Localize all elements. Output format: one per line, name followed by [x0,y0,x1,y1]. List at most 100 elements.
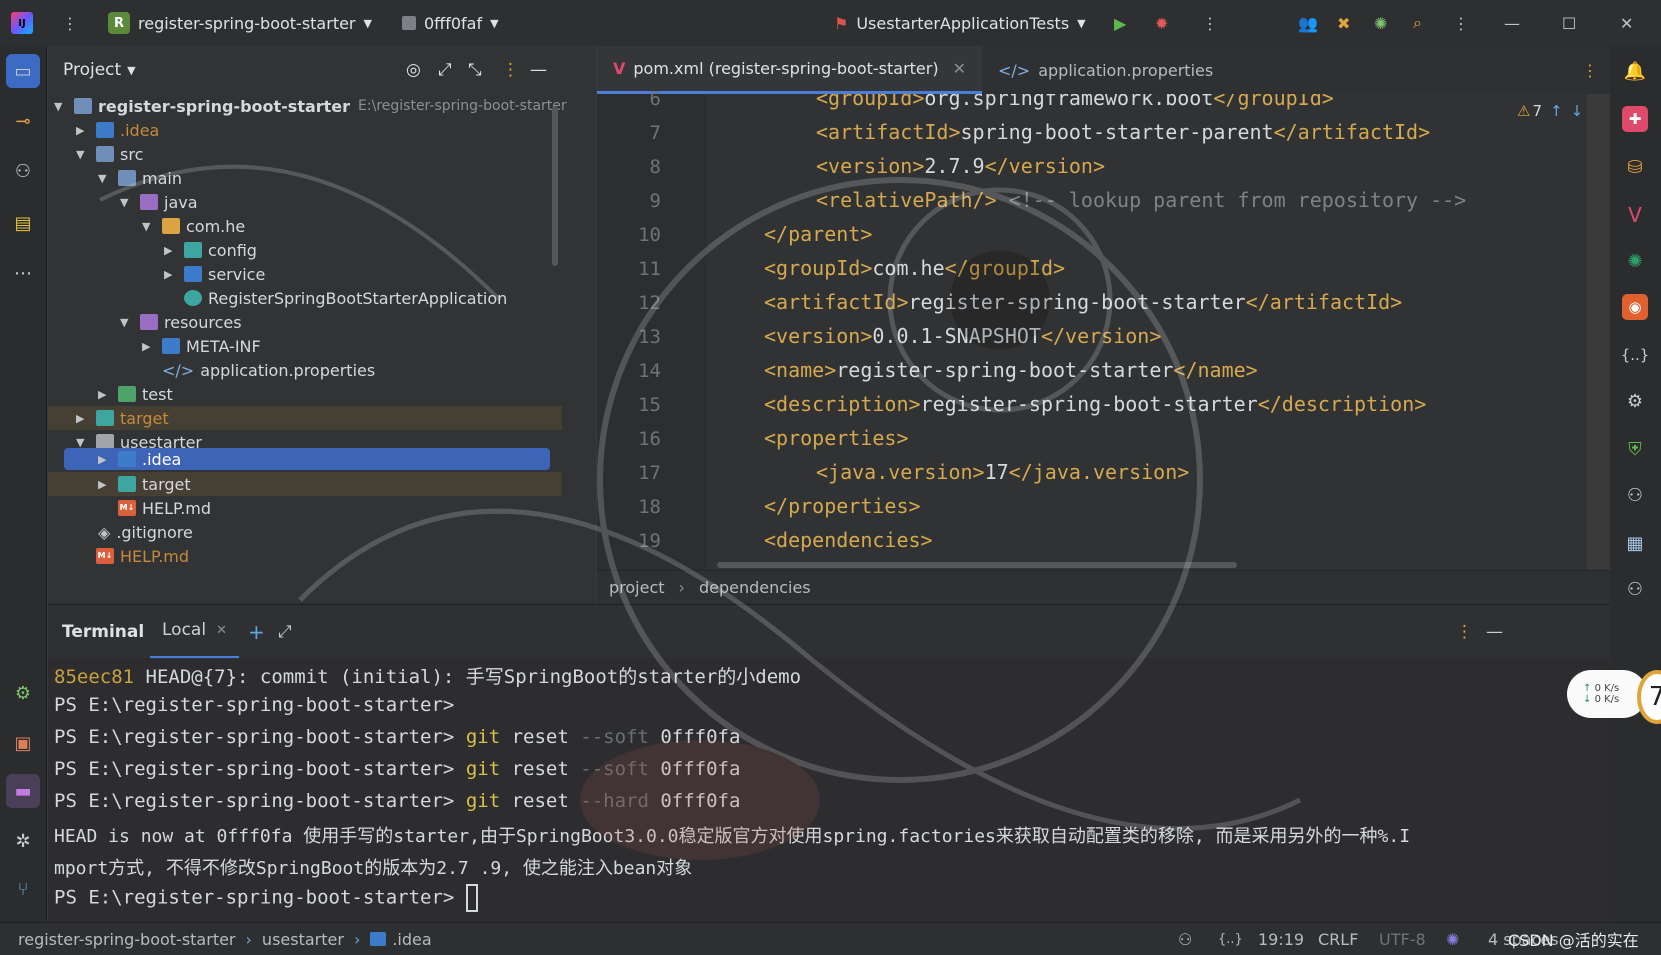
assistant-icon[interactable]: ⚇ [1622,576,1648,602]
hide-panel-icon[interactable]: — [530,60,547,80]
tree-item[interactable]: RegisterSpringBootStarterApplication [184,286,507,310]
gear-tool-icon[interactable]: ⚙ [1622,388,1648,414]
git-tool-icon[interactable]: ⑂ [6,872,40,906]
run-icon[interactable]: ▶ [1114,14,1126,33]
expand-all-icon[interactable]: ⤢ [438,60,452,80]
tab-application-properties[interactable]: </> application.properties [982,46,1229,94]
maximize-icon[interactable]: ☐ [1562,14,1576,33]
project-tool-icon[interactable]: ▭ [6,54,40,88]
collapse-all-icon[interactable]: ⤡ [468,60,482,80]
close-tab-icon[interactable]: ✕ [953,59,966,78]
build-tools-icon[interactable]: ✖ [1337,14,1350,33]
test-folder-icon [118,386,136,402]
more-tools-icon[interactable]: ⋯ [6,256,40,290]
arrow-down-icon[interactable]: ↓ [1571,102,1584,120]
terminal-line: PS E:\register-spring-boot-starter> [54,694,455,716]
minimize-icon[interactable]: — [1504,14,1520,33]
tree-item[interactable]: ▶ .idea [76,118,159,142]
tree-item[interactable]: ▶ META-INF [142,334,261,358]
close-icon[interactable]: ✕ [1620,14,1633,33]
breadcrumb-item[interactable]: project [609,578,665,597]
tree-item[interactable]: M↓ HELP.md [96,544,189,568]
json-status-icon[interactable]: {..} [1218,932,1243,947]
tree-item[interactable]: ▼ src [76,142,143,166]
ai-status-icon[interactable]: ✺ [1446,930,1459,949]
database-icon[interactable]: ▣ [6,726,40,760]
tree-root[interactable]: ▼ register-spring-boot-starter E:\regist… [54,94,567,118]
terminal-output[interactable]: 85eec81 HEAD@{7}: commit (initial): 手写Sp… [48,658,1610,922]
app-logo-icon[interactable]: IJ [11,12,33,34]
tree-item[interactable]: </> application.properties [162,358,375,382]
editor-horizontal-scrollbar[interactable] [717,562,1237,568]
expand-arrow-icon: ▼ [142,219,151,233]
project-switcher[interactable]: R register-spring-boot-starter ▼ [108,12,372,34]
tree-item[interactable]: ▶ target [48,406,562,430]
tab-pom-xml[interactable]: V pom.xml (register-spring-boot-starter)… [597,46,982,94]
services-icon[interactable]: ⚙ [6,676,40,710]
settings-menu-icon[interactable]: ⋮ [1453,14,1469,33]
app-tool-icon[interactable]: ◉ [1622,294,1648,320]
inspection-widget[interactable]: ⚠ 7 ↑ ↓ [1517,102,1583,120]
hide-terminal-icon[interactable]: — [1486,622,1503,642]
shield-icon[interactable]: ⛨ [1622,436,1648,462]
run-config-selector[interactable]: ⚑ UsestarterApplicationTests ▼ [834,14,1086,33]
copilot-status-icon[interactable]: ⚇ [1178,930,1192,949]
code-editor[interactable]: <groupId>org.springframework.boot</group… [707,94,1587,570]
chevron-down-icon[interactable]: ▼ [127,64,135,77]
ai-tool-icon[interactable]: ✺ [1622,248,1648,274]
status-crumb[interactable]: register-spring-boot-starter [18,930,236,949]
line-separator[interactable]: CRLF [1318,930,1358,949]
line-number: 19 [638,530,661,552]
caret-position[interactable]: 19:19 [1258,930,1304,949]
ai-assistant-icon[interactable]: ✺ [1374,14,1387,33]
tab-options-icon[interactable]: ⋮ [1582,61,1598,80]
status-crumb[interactable]: usestarter [262,930,344,949]
arrow-up-icon[interactable]: ↑ [1550,102,1563,120]
close-tab-icon[interactable]: ✕ [216,623,227,638]
plugin-icon[interactable]: ✚ [1622,106,1648,132]
tree-item[interactable]: ▶ service [164,262,265,286]
terminal-title[interactable]: Terminal [62,622,144,642]
tree-item[interactable]: ◈ .gitignore [98,520,193,544]
status-crumb[interactable]: .idea [392,930,431,949]
vcs-widget[interactable]: 0fff0faf ▼ [402,14,499,33]
json-tool-icon[interactable]: {..} [1621,342,1650,368]
tree-item[interactable]: M↓ HELP.md [118,496,211,520]
tree-item[interactable]: ▼ resources [120,310,242,334]
breadcrumb-item[interactable]: dependencies [699,578,811,597]
structure-icon[interactable]: ▤ [6,206,40,240]
notifications-icon[interactable]: 🔔 [1622,58,1648,84]
line-number: 11 [638,258,661,280]
search-icon[interactable]: ⌕ [1413,13,1422,33]
line-number: 16 [638,428,661,450]
commit-tool-icon[interactable]: ⊸ [6,104,40,138]
tree-item[interactable]: ▶ test [98,382,173,406]
folder-icon [118,451,136,467]
project-panel-title[interactable]: Project [63,60,121,80]
debug-icon[interactable]: ✹ [1155,14,1168,33]
tree-item-selected[interactable]: ▶ .idea [64,448,550,470]
terminal-tab-local[interactable]: Local ✕ [150,605,239,659]
more-actions-icon[interactable]: ⋮ [1202,14,1218,33]
terminal-tool-icon[interactable]: ▬ [6,774,40,808]
endpoints-icon[interactable]: ▦ [1622,530,1648,556]
pull-requests-icon[interactable]: ⚇ [6,154,40,188]
tree-item[interactable]: ▼ main [98,166,182,190]
tree-item[interactable]: ▼ com.he [142,214,245,238]
tree-item[interactable]: ▶ target [48,472,562,496]
project-scrollbar[interactable] [552,106,558,266]
terminal-options-icon[interactable]: ⋮ [1456,622,1473,642]
code-with-me-icon[interactable]: 👥 [1298,14,1318,33]
tree-item[interactable]: ▶ config [164,238,257,262]
file-encoding[interactable]: UTF-8 [1379,930,1426,949]
maven-tool-icon[interactable]: V [1622,202,1648,228]
problems-icon[interactable]: ✲ [6,824,40,858]
copilot-icon[interactable]: ⚇ [1622,482,1648,508]
tree-item[interactable]: ▼ java [120,190,198,214]
main-menu-icon[interactable]: ⋮ [62,14,78,33]
maximize-terminal-icon[interactable]: ⤢ [278,622,292,642]
database-tool-icon[interactable]: ⛁ [1622,154,1648,180]
options-icon[interactable]: ⋮ [502,60,519,80]
locate-file-icon[interactable]: ◎ [406,60,421,80]
new-terminal-icon[interactable]: + [248,620,265,644]
